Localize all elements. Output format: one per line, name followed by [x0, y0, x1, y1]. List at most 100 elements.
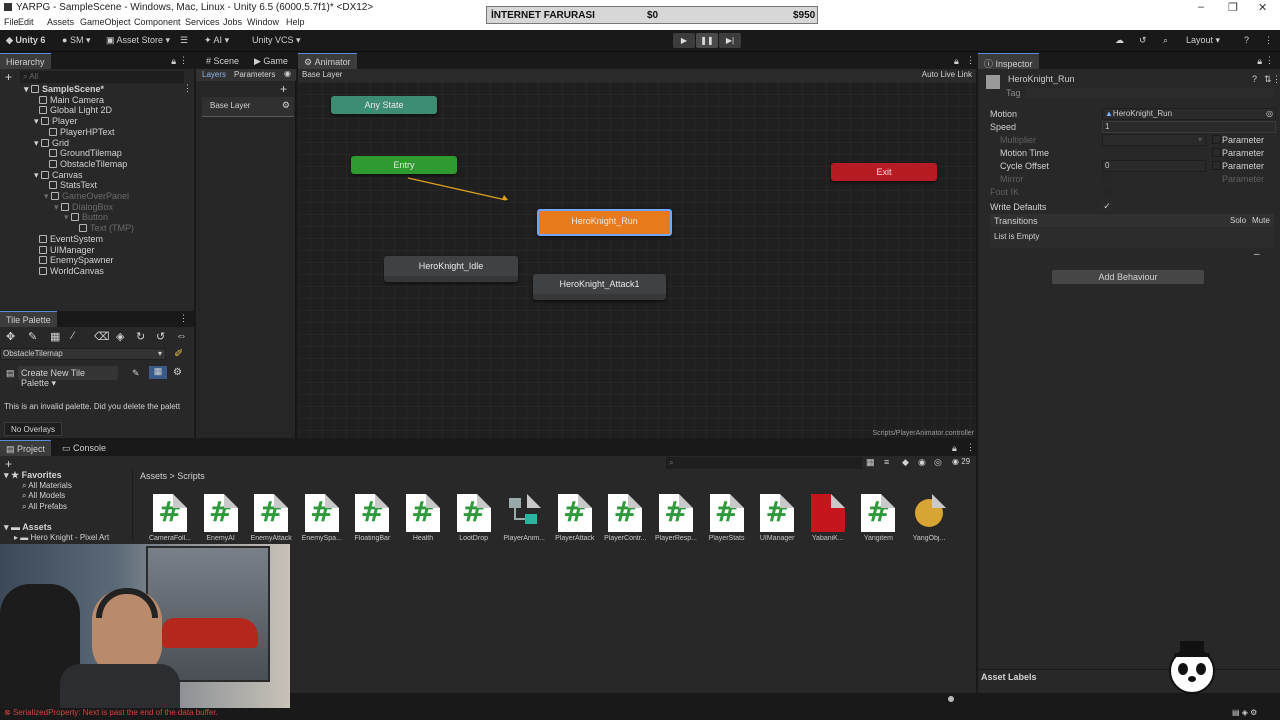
asset-item[interactable]: YabaniK... — [805, 494, 851, 542]
tab-tile-palette[interactable]: Tile Palette — [0, 311, 57, 327]
expand-arrow-icon[interactable]: ▾ — [64, 212, 71, 222]
cycle-offset-field[interactable]: 0 — [1102, 160, 1206, 172]
hierarchy-item[interactable]: GroundTilemap — [44, 148, 122, 158]
hierarchy-item[interactable]: Global Light 2D — [34, 105, 112, 115]
asset-item[interactable]: # PlayerStats — [704, 494, 750, 542]
asset-item[interactable]: YangObj... — [906, 494, 952, 542]
add-icon[interactable]: + — [5, 70, 12, 84]
hierarchy-item[interactable]: ▾ SampleScene* — [24, 84, 104, 95]
close-icon[interactable]: ✕ — [1258, 1, 1267, 14]
lock-icon[interactable]: 🔒︎ — [952, 443, 957, 454]
unity-menu-button[interactable]: ◆ Unity 6 — [6, 35, 45, 46]
visibility-toggle-icon[interactable]: ◎ — [934, 457, 942, 468]
hierarchy-item[interactable]: StatsText — [44, 180, 97, 190]
more-icon[interactable]: ⋮ — [1265, 55, 1274, 66]
expand-arrow-icon[interactable]: ▾ — [54, 202, 61, 212]
mirror-checkbox[interactable] — [1102, 174, 1111, 183]
edit-palette-icon[interactable]: ✎ — [132, 368, 140, 379]
menu-item-edit[interactable]: Edit — [18, 17, 34, 27]
foot-ik-checkbox[interactable] — [1102, 187, 1111, 196]
asset-item[interactable]: # Health — [400, 494, 446, 542]
hierarchy-item[interactable]: ▾ Button — [64, 212, 108, 223]
tab-game[interactable]: ▶ Game — [248, 53, 294, 69]
flip-tool-icon[interactable]: ⇔ — [176, 330, 187, 342]
play-button[interactable]: ▶ — [673, 33, 695, 48]
add-icon[interactable]: + — [5, 457, 12, 471]
minimize-icon[interactable]: – — [1198, 1, 1204, 13]
state-name-field[interactable]: HeroKnight_Run — [1006, 74, 1246, 86]
asset-item[interactable]: # EnemyAI — [198, 494, 244, 542]
zoom-slider-handle[interactable] — [948, 696, 954, 702]
hierarchy-item[interactable]: UIManager — [34, 245, 95, 255]
breadcrumb[interactable]: Base Layer — [302, 70, 342, 79]
filter-label-icon[interactable]: ≡ — [884, 457, 889, 467]
state-entry[interactable]: Entry — [351, 156, 457, 174]
asset-item[interactable]: # FloatingBar — [349, 494, 395, 542]
hierarchy-item[interactable]: ▾ GameOverPanel — [44, 191, 129, 202]
brush-tool-icon[interactable]: ✎ — [28, 330, 37, 343]
tab-inspector[interactable]: ⓘ Inspector — [978, 53, 1039, 69]
asset-item[interactable]: # UIManager — [754, 494, 800, 542]
error-message[interactable]: ⊗ SerializedProperty: Next is past the e… — [4, 708, 218, 717]
hierarchy-item[interactable]: ▾ Grid — [34, 138, 69, 149]
tag-field[interactable] — [1026, 88, 1274, 98]
tab-layers[interactable]: Layers — [202, 70, 226, 79]
add-layer-icon[interactable]: + — [280, 82, 287, 96]
settings-icon[interactable]: ⇅ — [1264, 74, 1272, 85]
state-heroknight-idle[interactable]: HeroKnight_Idle — [384, 256, 518, 282]
state-exit[interactable]: Exit — [831, 163, 937, 181]
more-icon[interactable]: ⋮ — [183, 83, 192, 94]
favorites-all-materials[interactable]: ⌕ All Materials — [22, 481, 72, 491]
vcs-button[interactable]: Unity VCS ▾ — [252, 35, 301, 46]
base-layer-item[interactable]: Base Layer ⚙ — [202, 97, 294, 117]
eraser-tool-icon[interactable]: ⌫ — [94, 330, 110, 343]
hierarchy-item[interactable]: Text (TMP) — [74, 223, 134, 233]
eye-icon[interactable]: ◉ — [284, 69, 291, 78]
favorites-all-prefabs[interactable]: ⌕ All Prefabs — [22, 502, 67, 512]
hierarchy-item[interactable]: ObstacleTilemap — [44, 159, 127, 169]
star-icon[interactable]: ◉ — [918, 457, 926, 468]
help-icon[interactable]: ? — [1252, 74, 1257, 84]
asset-item[interactable]: # LootDrop — [451, 494, 497, 542]
state-any-state[interactable]: Any State — [331, 96, 437, 114]
no-overlays-label[interactable]: No Overlays — [4, 422, 63, 436]
more-icon[interactable]: ⋮ — [966, 442, 975, 453]
hierarchy-item[interactable]: Main Camera — [34, 95, 104, 105]
asset-item[interactable]: # CameraFoll... — [147, 494, 193, 542]
auto-live-link-button[interactable]: Auto Live Link — [922, 70, 972, 79]
more-icon[interactable]: ⋮ — [1264, 35, 1273, 46]
menu-item-file[interactable]: File — [4, 17, 19, 27]
animator-graph-canvas[interactable]: Any State Entry Exit HeroKnight_Run Hero… — [298, 82, 976, 438]
expand-arrow-icon[interactable]: ▾ — [34, 170, 41, 180]
state-heroknight-run[interactable]: HeroKnight_Run — [537, 209, 672, 236]
fill-tool-icon[interactable]: ◈ — [116, 330, 124, 343]
more-icon[interactable]: ⋮ — [966, 55, 975, 66]
move-tool-icon[interactable]: ✥ — [6, 330, 15, 343]
tab-scene[interactable]: # Scene — [200, 53, 245, 69]
layout-button[interactable]: Layout ▾ — [1186, 35, 1220, 46]
expand-arrow-icon[interactable]: ▾ — [34, 116, 41, 126]
filter-type-icon[interactable]: ▦ — [866, 457, 875, 468]
project-search-input[interactable]: ⌕ — [666, 457, 862, 469]
state-heroknight-attack1[interactable]: HeroKnight_Attack1 — [533, 274, 666, 300]
motion-time-param-checkbox[interactable] — [1212, 148, 1221, 157]
menu-item-component[interactable]: Component — [134, 17, 181, 27]
hierarchy-item[interactable]: WorldCanvas — [34, 266, 104, 276]
picker-tool-icon[interactable]: ⁄ — [72, 330, 74, 342]
asset-item[interactable]: # EnemyAttack — [248, 494, 294, 542]
account-button[interactable]: ● SM ▾ — [62, 35, 90, 46]
tilemap-target-dropdown[interactable]: ObstacleTilemap ▾ — [0, 348, 166, 360]
tab-parameters[interactable]: Parameters — [234, 70, 275, 79]
maximize-icon[interactable]: ❐ — [1228, 1, 1238, 14]
entry-transition-line[interactable] — [407, 177, 507, 201]
breadcrumb-assets[interactable]: Assets — [140, 471, 167, 481]
tab-hierarchy[interactable]: Hierarchy — [0, 53, 51, 69]
hierarchy-item[interactable]: ▾ DialogBox — [54, 202, 113, 213]
settings-icon[interactable]: ⚙ — [173, 367, 182, 378]
expand-arrow-icon[interactable]: ▾ — [44, 191, 51, 201]
more-icon[interactable]: ⋮ — [1272, 74, 1280, 85]
expand-arrow-icon[interactable]: ▾ — [24, 84, 31, 94]
rotate-tool-icon[interactable]: ↻ — [136, 330, 145, 343]
lock-icon[interactable]: 🔒︎ — [1257, 56, 1262, 67]
layers-icon[interactable]: ☰ — [180, 35, 188, 46]
